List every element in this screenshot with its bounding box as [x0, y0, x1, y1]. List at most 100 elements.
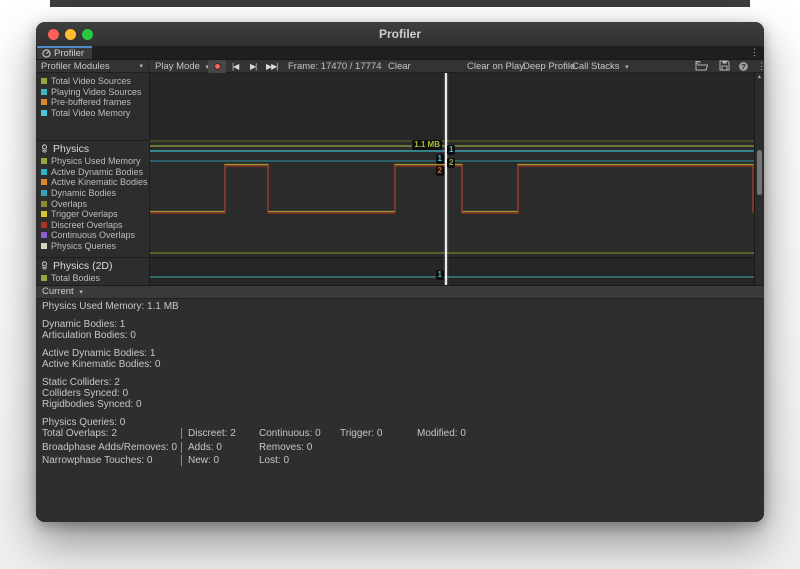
video-module-section: Total Video Sources Playing Video Source…: [36, 73, 149, 140]
detail-line: Rigidbodies Synced: 0: [42, 399, 142, 410]
playhead-line[interactable]: [445, 73, 447, 285]
value-badge-discreet: 2: [436, 166, 444, 176]
tab-profiler[interactable]: Profiler: [37, 46, 92, 59]
profiler-modules-dropdown[interactable]: Profiler Modules ▾: [36, 60, 149, 73]
record-icon: [214, 63, 221, 70]
legend-item-total-video-memory[interactable]: Total Video Memory: [36, 108, 149, 119]
legend-item-playing-video-sources[interactable]: Playing Video Sources: [36, 87, 149, 98]
deep-profile-toggle[interactable]: Deep Profile: [523, 60, 575, 73]
value-badge-memory: 1.1 MB: [412, 140, 442, 150]
legend-item-pre-buffered-frames[interactable]: Pre-buffered frames: [36, 97, 149, 108]
detail-cell: Removes: 0: [259, 442, 312, 453]
legend-item-continuous-overlaps[interactable]: Continuous Overlaps: [36, 230, 149, 241]
chart-scrollbar[interactable]: ▲: [754, 73, 764, 285]
profiler-charts-area[interactable]: 1.1 MB 1 1 2 2 1: [150, 73, 754, 285]
legend-label: Total Video Memory: [51, 108, 130, 118]
play-mode-dropdown[interactable]: Play Mode ▾: [155, 60, 209, 73]
section-header-label: Physics (2D): [53, 260, 113, 272]
legend-item-overlaps[interactable]: Overlaps: [36, 198, 149, 209]
tab-label: Profiler: [54, 48, 84, 59]
scroll-up-icon[interactable]: ▲: [755, 74, 764, 80]
legend-item-physics-queries[interactable]: Physics Queries: [36, 241, 149, 252]
legend-item-active-dynamic-bodies[interactable]: Active Dynamic Bodies: [36, 167, 149, 178]
help-button[interactable]: ?: [739, 60, 748, 73]
series-color-swatch: [41, 89, 47, 95]
series-color-swatch: [41, 275, 47, 281]
detail-cell: Modified: 0: [417, 428, 466, 439]
tab-overflow-menu-icon[interactable]: ⋮: [750, 47, 759, 58]
desktop: Profiler Profiler ⋮ Profiler Modules ▾ P…: [0, 0, 800, 569]
tab-bar: Profiler ⋮: [36, 46, 764, 59]
profiler-modules-label: Profiler Modules: [41, 61, 110, 72]
series-color-swatch: [41, 158, 47, 164]
legend-label: Total Video Sources: [51, 76, 131, 86]
legend-item-physics-used-memory[interactable]: Physics Used Memory: [36, 156, 149, 167]
legend-item-trigger-overlaps[interactable]: Trigger Overlaps: [36, 209, 149, 220]
series-color-swatch: [41, 99, 47, 105]
series-color-swatch: [41, 232, 47, 238]
overlaps-wave: [150, 166, 753, 213]
detail-line: Active Kinematic Bodies: 0: [42, 359, 160, 370]
physics-module-header[interactable]: Physics: [36, 141, 149, 156]
series-color-swatch: [41, 243, 47, 249]
current-frame-button[interactable]: ▶▶|: [266, 60, 277, 73]
details-view-selector[interactable]: Current ▾: [36, 285, 764, 299]
legend-label: Active Kinematic Bodies: [51, 177, 148, 187]
title-bar[interactable]: Profiler: [36, 22, 764, 47]
detail-cell: Narrowphase Touches: 0: [42, 455, 152, 466]
legend-label: Overlaps: [51, 199, 87, 209]
series-color-swatch: [41, 110, 47, 116]
series-color-swatch: [41, 179, 47, 185]
legend-label: Trigger Overlaps: [51, 209, 118, 219]
save-floppy-icon: [719, 60, 730, 71]
legend-label: Discreet Overlaps: [51, 220, 123, 230]
call-stacks-dropdown[interactable]: Call Stacks ▾: [572, 60, 629, 73]
detail-cell: New: 0: [181, 455, 219, 466]
physics2d-icon: [40, 261, 49, 270]
call-stacks-label: Call Stacks: [572, 61, 620, 72]
load-profile-button[interactable]: [695, 60, 708, 73]
record-button[interactable]: [208, 60, 226, 73]
detail-cell: Continuous: 0: [259, 428, 321, 439]
chevron-down-icon: ▾: [625, 64, 629, 71]
value-badge-active-dynamic: 1: [447, 145, 455, 155]
legend-label: Continuous Overlaps: [51, 230, 135, 240]
legend-item-total-bodies[interactable]: Total Bodies: [36, 273, 149, 284]
section-header-label: Physics: [53, 143, 89, 155]
background-window-edge: [50, 0, 750, 7]
legend-label: Active Dynamic Bodies: [51, 167, 143, 177]
physics-module-section: Physics Physics Used Memory Active Dynam…: [36, 140, 149, 257]
legend-item-dynamic-bodies[interactable]: Dynamic Bodies: [36, 188, 149, 199]
detail-line: Physics Used Memory: 1.1 MB: [42, 301, 179, 312]
legend-label: Dynamic Bodies: [51, 188, 116, 198]
detail-cell: Discreet: 2: [181, 428, 236, 439]
legend-item-discreet-overlaps[interactable]: Discreet Overlaps: [36, 220, 149, 231]
chevron-down-icon: ▾: [79, 289, 83, 296]
details-view-selector-label: Current: [42, 286, 74, 297]
detail-cell: Broadphase Adds/Removes: 0: [42, 442, 177, 453]
legend-label: Physics Queries: [51, 241, 116, 251]
previous-frame-button[interactable]: |◀: [232, 60, 238, 73]
detail-line: Physics Queries: 0: [42, 417, 125, 428]
clear-button[interactable]: Clear: [388, 60, 411, 73]
clear-on-play-toggle[interactable]: Clear on Play: [467, 60, 524, 73]
next-frame-button[interactable]: ▶|: [250, 60, 256, 73]
legend-label: Playing Video Sources: [51, 87, 141, 97]
profiler-gauge-icon: [42, 49, 51, 58]
frame-counter: Frame: 17470 / 17774: [288, 60, 381, 73]
save-profile-button[interactable]: [719, 60, 730, 73]
legend-label: Total Bodies: [51, 273, 100, 283]
scrollbar-thumb[interactable]: [757, 150, 762, 195]
overlaps-row: Total Overlaps: 2 Discreet: 2 Continuous…: [42, 428, 764, 440]
series-color-swatch: [41, 222, 47, 228]
physics-icon: [40, 144, 49, 153]
physics2d-module-header[interactable]: Physics (2D): [36, 258, 149, 273]
legend-item-active-kinematic-bodies[interactable]: Active Kinematic Bodies: [36, 177, 149, 188]
legend-item-total-video-sources[interactable]: Total Video Sources: [36, 76, 149, 87]
window-title: Profiler: [36, 27, 764, 41]
legend-label: Physics Used Memory: [51, 156, 141, 166]
series-color-swatch: [41, 78, 47, 84]
details-pane: Physics Used Memory: 1.1 MB Dynamic Bodi…: [36, 299, 764, 522]
chevron-down-icon: ▾: [139, 60, 143, 73]
toolbar-menu-button[interactable]: ⋮: [757, 60, 764, 73]
